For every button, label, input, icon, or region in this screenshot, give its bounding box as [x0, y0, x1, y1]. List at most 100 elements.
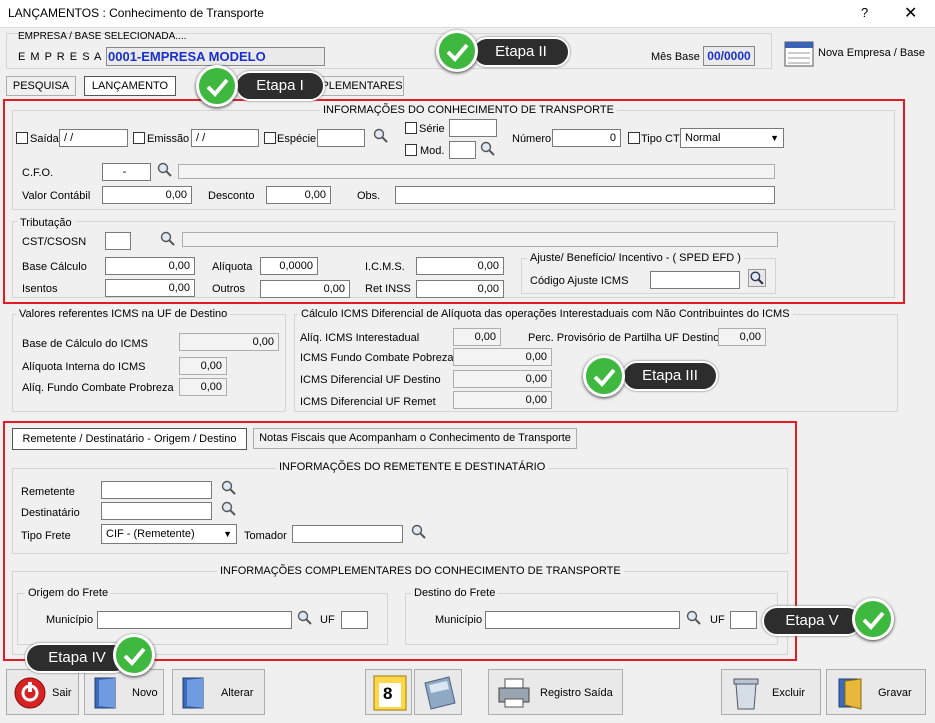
valor-contabil-input[interactable]: 0,00	[102, 186, 192, 204]
difal-aliq-inter-input[interactable]: 0,00	[453, 328, 501, 346]
serie-checkbox[interactable]	[405, 122, 417, 134]
serie-input[interactable]	[449, 119, 497, 137]
origem-municipio-input[interactable]	[97, 611, 292, 629]
saida-checkbox[interactable]	[16, 132, 28, 144]
difal-fundo-pobreza-label: ICMS Fundo Combate Pobreza	[300, 352, 454, 364]
tab-lancamento[interactable]: LANÇAMENTO	[84, 76, 176, 96]
cst-search-icon[interactable]	[160, 231, 175, 246]
uf-aliq-fundo-input[interactable]: 0,00	[179, 378, 227, 396]
mod-checkbox[interactable]	[405, 144, 417, 156]
calendar-icon[interactable]	[782, 38, 816, 68]
excluir-button[interactable]: Excluir	[721, 669, 821, 715]
door-edit-icon	[182, 677, 204, 709]
chevron-down-icon: ▼	[770, 133, 779, 143]
registro-saida-button[interactable]: Registro Saída	[488, 669, 623, 715]
cst-label: CST/CSOSN	[22, 236, 87, 248]
gravar-button[interactable]: Gravar	[826, 669, 926, 715]
empresa-prefix: E M P R E S A	[18, 51, 103, 63]
alterar-button[interactable]: Alterar	[172, 669, 265, 715]
especie-checkbox[interactable]	[264, 132, 276, 144]
destinatario-search-icon[interactable]	[221, 501, 236, 516]
empresa-label: EMPRESA / BASE SELECIONADA....	[18, 31, 187, 42]
tab-complementares[interactable]: PLEMENTARES	[320, 76, 404, 96]
difal-perc-prov-input[interactable]: 0,00	[718, 328, 766, 346]
tab-pesquisa[interactable]: PESQUISA	[6, 76, 76, 96]
etapa4-check-icon	[113, 634, 155, 676]
alterar-label: Alterar	[221, 687, 254, 699]
origem-uf-input[interactable]	[341, 611, 368, 629]
difal-fundo-pobreza-input[interactable]: 0,00	[453, 348, 552, 366]
tab-notas-fiscais[interactable]: Notas Fiscais que Acompanham o Conhecime…	[253, 428, 577, 449]
aliquota-input[interactable]: 0,0000	[260, 257, 318, 275]
tomador-input[interactable]	[292, 525, 403, 543]
tab-remetente[interactable]: Remetente / Destinatário - Origem / Dest…	[12, 428, 247, 450]
outros-input[interactable]: 0,00	[260, 280, 350, 298]
cfo-search-icon[interactable]	[157, 162, 172, 177]
novo-button[interactable]: Novo	[84, 669, 164, 715]
origem-search-icon[interactable]	[297, 610, 312, 625]
power-icon	[14, 677, 46, 709]
calendar-button[interactable]: 8	[365, 669, 412, 715]
complementares-title: INFORMAÇÕES COMPLEMENTARES DO CONHECIMEN…	[217, 565, 624, 577]
difal-dif-remet-input[interactable]: 0,00	[453, 391, 552, 409]
especie-search-icon[interactable]	[373, 128, 388, 143]
isentos-input[interactable]: 0,00	[105, 279, 195, 297]
cst-input[interactable]	[105, 232, 131, 250]
cst-description	[182, 232, 778, 247]
tomador-label: Tomador	[244, 530, 287, 542]
tipo-frete-select[interactable]: CIF - (Remetente) ▼	[101, 524, 237, 544]
obs-input[interactable]	[395, 186, 775, 204]
numero-label: Número	[512, 133, 552, 145]
difal-dif-destino-input[interactable]: 0,00	[453, 370, 552, 388]
nova-empresa-button[interactable]: Nova Empresa / Base	[818, 47, 925, 59]
mod-search-icon[interactable]	[480, 141, 495, 156]
tributacao-title: Tributação	[17, 217, 75, 229]
destinatario-input[interactable]	[101, 502, 212, 520]
codigo-ajuste-input[interactable]	[650, 271, 740, 289]
icms-input[interactable]: 0,00	[416, 257, 504, 275]
calculator-button[interactable]	[414, 669, 462, 715]
destino-uf-input[interactable]	[730, 611, 757, 629]
remetente-input[interactable]	[101, 481, 212, 499]
emissao-date-input[interactable]: / /	[191, 129, 259, 147]
etapa1-callout: Etapa I	[235, 71, 325, 101]
title-bar: LANÇAMENTOS : Conhecimento de Transporte…	[0, 0, 935, 28]
uf-aliq-fundo-label: Alíq. Fundo Combate Probreza	[22, 382, 174, 394]
cfo-description	[178, 164, 775, 179]
difal-perc-prov-label: Perc. Provisório de Partilha UF Destino	[528, 332, 720, 344]
valor-contabil-label: Valor Contábil	[22, 190, 91, 202]
tipo-ct-value: Normal	[685, 132, 721, 144]
ret-inss-input[interactable]: 0,00	[416, 280, 504, 298]
numero-input[interactable]: 0	[552, 129, 621, 147]
desconto-input[interactable]: 0,00	[266, 186, 331, 204]
base-calculo-input[interactable]: 0,00	[105, 257, 195, 275]
serie-label: Série	[419, 123, 445, 135]
mod-input[interactable]	[449, 141, 476, 159]
destino-municipio-input[interactable]	[485, 611, 680, 629]
destino-search-icon[interactable]	[686, 610, 701, 625]
emissao-checkbox[interactable]	[133, 132, 145, 144]
origem-title: Origem do Frete	[25, 587, 112, 599]
mes-base-value: 00/0000	[703, 46, 755, 66]
remetente-search-icon[interactable]	[221, 480, 236, 495]
uf-aliq-interna-input[interactable]: 0,00	[179, 357, 227, 375]
tomador-search-icon[interactable]	[411, 524, 426, 539]
sair-button[interactable]: Sair	[6, 669, 79, 715]
saida-label: Saída	[30, 133, 59, 145]
empresa-value: 0001-EMPRESA MODELO	[106, 47, 325, 66]
especie-input[interactable]	[317, 129, 365, 147]
cfo-input[interactable]: -	[102, 163, 151, 181]
saida-date-input[interactable]: / /	[59, 129, 128, 147]
tipo-ct-checkbox[interactable]	[628, 132, 640, 144]
trash-icon	[733, 678, 759, 710]
help-button[interactable]: ?	[861, 5, 868, 20]
calendar-day: 8	[383, 684, 393, 703]
codigo-ajuste-search-icon[interactable]	[748, 269, 766, 287]
destino-uf-label: UF	[710, 614, 725, 626]
close-button[interactable]: ✕	[904, 3, 917, 23]
uf-base-input[interactable]: 0,00	[179, 333, 279, 351]
remetente-title: INFORMAÇÕES DO REMETENTE E DESTINATÁRIO	[276, 461, 549, 473]
destino-municipio-label: Município	[435, 614, 483, 626]
tipo-ct-select[interactable]: Normal ▼	[680, 128, 784, 148]
uf-aliq-interna-label: Alíquota Interna do ICMS	[22, 361, 146, 373]
